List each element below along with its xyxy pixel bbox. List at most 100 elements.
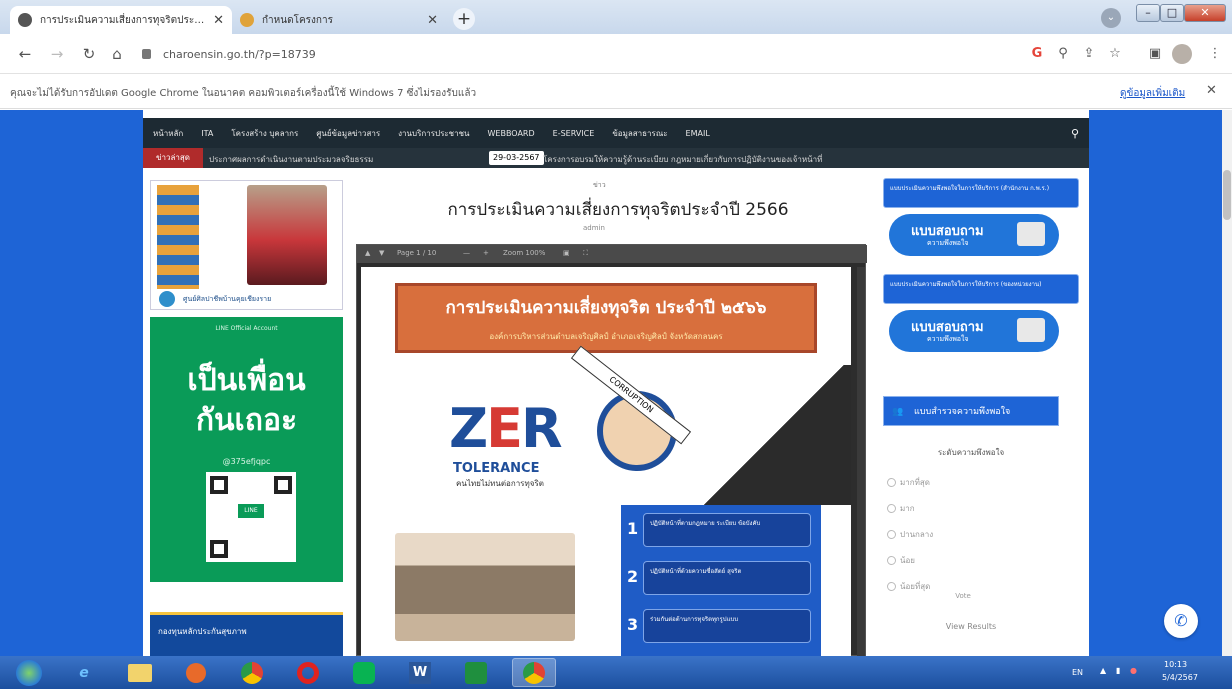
pdf-next-icon[interactable]: ▼ <box>379 249 384 257</box>
tab-active[interactable]: การประเมินความเสี่ยงการทุจริตประจำปี ✕ <box>10 6 232 34</box>
nav-item[interactable]: ศูนย์ข้อมูลข่าวสาร <box>316 127 380 140</box>
fullscreen-icon[interactable]: ▣ <box>563 249 570 257</box>
radio-icon[interactable] <box>887 478 896 487</box>
tray-arrow-icon[interactable]: ▲ <box>1100 666 1106 675</box>
messenger-icon[interactable]: ✆ <box>1164 604 1198 638</box>
explorer-icon[interactable] <box>120 658 160 687</box>
clock-time[interactable]: 10:13 <box>1164 660 1187 669</box>
people-icon: 👥 <box>892 407 904 417</box>
opera-icon[interactable] <box>288 658 328 687</box>
survey1-button[interactable]: แบบสอบถาม ความพึงพอใจ <box>889 214 1059 256</box>
green-app-icon[interactable] <box>456 658 496 687</box>
radio-icon[interactable] <box>887 504 896 513</box>
google-icon[interactable]: G <box>1026 43 1048 65</box>
menu-icon[interactable]: ⋮ <box>1204 43 1226 65</box>
pdf-banner: การประเมินความเสี่ยงทุจริต ประจำปี ๒๕๖๖ … <box>395 283 817 353</box>
pdf-toolbar: ▲ ▼ Page 1 / 10 — + Zoom 100% ▣ ⛶ <box>357 245 867 263</box>
zoom-in-icon[interactable]: + <box>483 249 489 257</box>
url-text: charoensin.go.th/?p=18739 <box>163 47 316 61</box>
poll-option[interactable]: น้อยที่สุด <box>887 580 930 593</box>
nav-item[interactable]: WEBBOARD <box>488 129 535 138</box>
address-bar[interactable]: charoensin.go.th/?p=18739 <box>134 39 1014 69</box>
line-app-icon[interactable] <box>344 658 384 687</box>
step-item: ปฏิบัติหน้าที่ด้วยความซื่อสัตย์ สุจริต <box>643 561 811 595</box>
nav-item[interactable]: หน้าหลัก <box>153 127 183 140</box>
poll-option[interactable]: มากที่สุด <box>887 476 930 489</box>
pdf-viewer[interactable]: ▲ ▼ Page 1 / 10 — + Zoom 100% ▣ ⛶ การประ… <box>356 244 867 656</box>
maximize-button[interactable]: □ <box>1160 4 1184 22</box>
line-official-banner[interactable]: LINE Official Account เป็นเพื่อน กันเถอะ… <box>150 317 343 582</box>
pdf-page: การประเมินความเสี่ยงทุจริต ประจำปี ๒๕๖๖ … <box>361 267 851 656</box>
nav-item[interactable]: โครงสร้าง บุคลากร <box>231 127 298 140</box>
radio-icon[interactable] <box>887 582 896 591</box>
back-icon[interactable]: ← <box>14 43 36 65</box>
new-tab-button[interactable]: + <box>453 8 475 30</box>
poll-option-label: ปานกลาง <box>900 530 934 539</box>
search-icon[interactable]: ⚲ <box>1071 127 1079 140</box>
line-ad-headline: เป็นเพื่อน กันเถอะ <box>150 361 343 441</box>
forward-icon[interactable]: → <box>46 43 68 65</box>
radio-icon[interactable] <box>887 530 896 539</box>
ticker-text[interactable]: โครงการอบรมให้ความรู้ด้านระเบียบ กฎหมายเ… <box>543 153 1083 166</box>
chrome-active-icon[interactable] <box>512 658 556 687</box>
pdf-scrollbar[interactable] <box>857 267 865 656</box>
page-scroll-thumb[interactable] <box>1223 170 1231 220</box>
sidepanel-icon[interactable]: ▣ <box>1144 43 1166 65</box>
poll-option[interactable]: ปานกลาง <box>887 528 933 541</box>
poll-option-label: น้อยที่สุด <box>900 582 931 591</box>
pdf-banner-title: การประเมินความเสี่ยงทุจริต ประจำปี ๒๕๖๖ <box>445 298 767 318</box>
qr-code[interactable]: LINE <box>206 472 296 562</box>
zero-letter: E <box>486 397 523 460</box>
language-indicator[interactable]: EN <box>1072 668 1083 677</box>
learn-more-link[interactable]: ดูข้อมูลเพิ่มเติม <box>1120 86 1185 101</box>
chrome-icon[interactable] <box>232 658 272 687</box>
close-icon[interactable]: ✕ <box>1206 83 1217 98</box>
view-results-link[interactable]: View Results <box>883 622 1059 631</box>
zoom-out-icon[interactable]: — <box>463 249 470 257</box>
word-icon[interactable]: W <box>400 658 440 687</box>
nav-item[interactable]: EMAIL <box>686 129 710 138</box>
chevron-down-icon[interactable]: ⌄ <box>1101 8 1121 28</box>
media-player-icon[interactable] <box>176 658 216 687</box>
ticker-text[interactable]: ประกาศผลการดำเนินงานตามประมวลจริยธรรม <box>209 153 485 166</box>
avatar[interactable] <box>1172 44 1192 64</box>
post-category[interactable]: ข่าว <box>593 180 606 191</box>
close-window-button[interactable]: ✕ <box>1184 4 1226 22</box>
nav-item[interactable]: ITA <box>201 129 213 138</box>
radio-icon[interactable] <box>887 556 896 565</box>
poll-option[interactable]: น้อย <box>887 554 915 567</box>
line-ad-line1: เป็นเพื่อน <box>187 363 306 398</box>
nav-item[interactable]: งานบริการประชาชน <box>398 127 469 140</box>
share-icon[interactable]: ⇪ <box>1078 43 1100 65</box>
ticker-date: 29-03-2567 <box>489 151 544 165</box>
expand-icon[interactable]: ⛶ <box>583 249 588 258</box>
pdf-zoom[interactable]: Zoom 100% <box>503 249 545 257</box>
reload-icon[interactable]: ↻ <box>78 43 100 65</box>
survey1-title[interactable]: แบบประเมินความพึงพอใจในการให้บริการ (สำน… <box>883 178 1079 208</box>
vote-button[interactable]: Vote <box>943 592 983 608</box>
start-button[interactable] <box>12 656 46 689</box>
decorative-shape <box>697 365 851 505</box>
ie-icon[interactable]: e <box>64 658 104 687</box>
close-tab-icon[interactable]: ✕ <box>213 13 224 28</box>
signal-icon[interactable]: ▮ <box>1116 666 1120 675</box>
nav-item[interactable]: ข้อมูลสาธารณะ <box>612 127 667 140</box>
post-author[interactable]: admin <box>583 224 605 232</box>
survey2-button[interactable]: แบบสอบถาม ความพึงพอใจ <box>889 310 1059 352</box>
clock-date[interactable]: 5/4/2567 <box>1162 673 1198 682</box>
poll-option[interactable]: มาก <box>887 502 915 515</box>
close-tab-icon[interactable]: ✕ <box>427 13 438 28</box>
home-icon[interactable]: ⌂ <box>106 43 128 65</box>
zoom-icon[interactable]: ⚲ <box>1052 43 1074 65</box>
executive-profile[interactable]: ศูนย์ศิลปาชีพบ้านคุยเชียงราย <box>150 180 343 310</box>
minimize-button[interactable]: – <box>1136 4 1160 22</box>
nav-item[interactable]: E-SERVICE <box>553 129 595 138</box>
survey2-title[interactable]: แบบประเมินความพึงพอใจในการให้บริการ (ของ… <box>883 274 1079 304</box>
tolerance-subtext: คนไทยไม่ทนต่อการทุจริต <box>456 479 544 488</box>
star-icon[interactable]: ☆ <box>1104 43 1126 65</box>
tab-inactive[interactable]: กำหนดโครงการ ✕ <box>232 6 446 34</box>
windows-logo-icon <box>16 659 42 686</box>
pdf-prev-icon[interactable]: ▲ <box>365 249 370 257</box>
health-fund-banner[interactable]: กองทุนหลักประกันสุขภาพ <box>150 612 343 656</box>
network-icon[interactable]: ● <box>1130 666 1137 675</box>
